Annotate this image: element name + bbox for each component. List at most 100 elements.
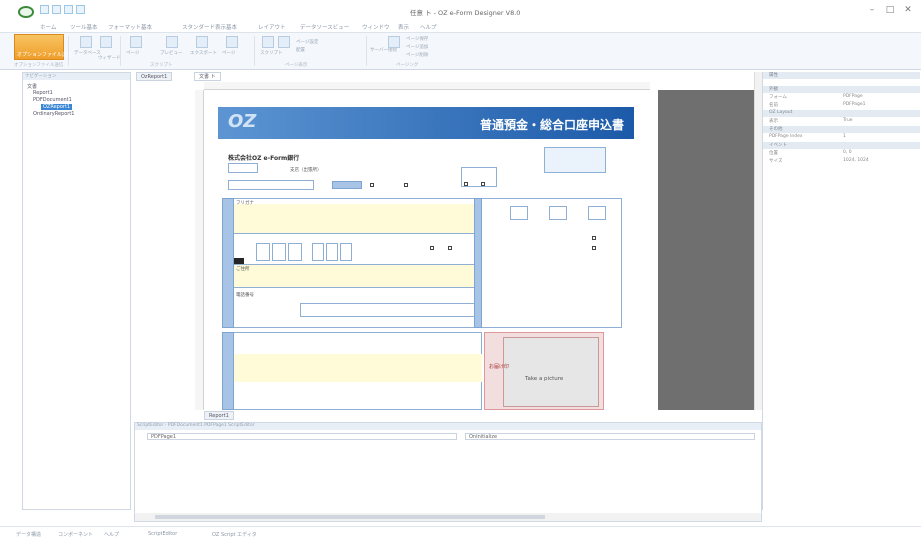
primary-action-button[interactable]: オプションファイル送信 xyxy=(14,34,72,60)
section-sidebar xyxy=(222,198,234,328)
furigana-label: フリガナ xyxy=(236,201,254,206)
account-type-checkbox[interactable] xyxy=(404,183,408,187)
birth-day-box[interactable] xyxy=(588,206,606,220)
ribbon-label-align[interactable]: 配置 xyxy=(296,47,305,53)
photo-frame[interactable] xyxy=(503,337,599,407)
tab-ozreport[interactable]: OzReport1 xyxy=(136,72,173,81)
date-box[interactable] xyxy=(544,147,606,173)
account-type-checkbox[interactable] xyxy=(370,183,374,187)
property-row[interactable]: 位置 0, 0 xyxy=(763,150,920,157)
canvas-background xyxy=(658,90,754,410)
property-category[interactable]: 外観 xyxy=(763,86,920,93)
panel-header: ナビゲーション xyxy=(23,73,130,80)
preview-icon[interactable] xyxy=(76,5,85,14)
confirm-checkbox[interactable] xyxy=(481,182,485,186)
branch-code-field[interactable] xyxy=(228,163,258,173)
menu-help[interactable]: ヘルプ xyxy=(420,23,437,31)
address-field[interactable] xyxy=(234,264,474,288)
status-tab-data[interactable]: データ構造 xyxy=(16,531,41,538)
ribbon-label-pagesetup[interactable]: ページ設定 xyxy=(296,39,318,45)
ribbon-side-save[interactable]: ページ保存 xyxy=(406,36,428,42)
postal-digit-box[interactable] xyxy=(312,243,324,261)
tab-document[interactable]: 文書 ト xyxy=(194,72,221,81)
tree-item-ozreport[interactable]: OZReport1 xyxy=(41,104,73,110)
branch-label: 支店（出張所） xyxy=(290,168,322,173)
canvas-vertical-scrollbar[interactable] xyxy=(754,72,762,410)
save-icon[interactable] xyxy=(40,5,49,14)
title-bar: 任意 ト - OZ e-Form Designer V8.0 – □ ✕ xyxy=(0,0,921,22)
menu-tool[interactable]: ツール基本 xyxy=(70,23,98,31)
app-logo-icon[interactable] xyxy=(18,6,34,18)
property-row[interactable]: 名前 PDFPage1 xyxy=(763,102,920,109)
script-icon[interactable] xyxy=(262,36,274,48)
script-text-area[interactable] xyxy=(147,443,755,511)
tree-item-report[interactable]: Report1 xyxy=(33,90,53,96)
menu-standard[interactable]: スタンダード表示基本 xyxy=(182,23,237,31)
postal-digit-box[interactable] xyxy=(272,243,286,261)
menu-view[interactable]: 表示 xyxy=(398,23,409,31)
property-row[interactable]: サイズ 1024, 1024 xyxy=(763,158,920,165)
preview-page-icon[interactable] xyxy=(166,36,178,48)
phone-number-field[interactable] xyxy=(300,303,476,317)
ribbon-side-delete[interactable]: ページ削除 xyxy=(406,52,428,58)
property-row[interactable]: フォーム PDFPage xyxy=(763,94,920,101)
status-tab-scripteditor[interactable]: ScriptEditor xyxy=(148,531,177,537)
form-header[interactable]: OZ 普通預金・総合口座申込書 xyxy=(218,107,634,139)
maximize-button[interactable]: □ xyxy=(883,4,897,16)
status-tab-components[interactable]: コンポーネント xyxy=(58,531,93,538)
menu-datasource[interactable]: データソースビュー xyxy=(300,23,349,31)
status-tab-help[interactable]: ヘルプ xyxy=(104,531,119,538)
tree-item-ordinaryreport[interactable]: OrdinaryReport1 xyxy=(33,111,74,117)
redo-icon[interactable] xyxy=(64,5,73,14)
birth-month-box[interactable] xyxy=(549,206,567,220)
app-window: 任意 ト - OZ e-Form Designer V8.0 – □ ✕ ホーム… xyxy=(0,0,921,544)
wizard-icon[interactable] xyxy=(100,36,112,48)
ribbon-group-label: オプションファイル送信 xyxy=(14,63,64,68)
tab-report[interactable]: Report1 xyxy=(204,411,234,420)
name-field[interactable] xyxy=(234,204,474,234)
object-select[interactable]: PDFPage1 xyxy=(147,433,457,440)
menu-window[interactable]: ウィンドウ xyxy=(362,23,390,31)
paging-icon[interactable] xyxy=(388,36,400,48)
property-category[interactable]: その他 xyxy=(763,126,920,133)
account-number-field[interactable] xyxy=(228,180,314,190)
status-tab-ozscript[interactable]: OZ Script エディタ xyxy=(212,531,257,538)
confirm-checkbox[interactable] xyxy=(464,182,468,186)
property-row[interactable]: PDFPage Index 1 xyxy=(763,134,920,141)
gender-checkbox[interactable] xyxy=(592,246,596,250)
script-alt-icon[interactable] xyxy=(278,36,290,48)
ribbon-group-label: ページ表示 xyxy=(285,63,308,68)
address-label: ご住所 xyxy=(236,267,250,272)
marital-checkbox[interactable] xyxy=(448,246,452,250)
menu-home[interactable]: ホーム xyxy=(40,23,56,31)
postal-digit-box[interactable] xyxy=(340,243,352,261)
scrollbar-thumb[interactable] xyxy=(155,515,545,519)
ribbon-side-add[interactable]: ページ追加 xyxy=(406,44,428,50)
tree-item-pdfdocument[interactable]: PDFDocument1 xyxy=(33,97,72,103)
marital-checkbox[interactable] xyxy=(430,246,434,250)
workplace-name-field[interactable] xyxy=(234,354,482,382)
page-icon[interactable] xyxy=(130,36,142,48)
birth-year-box[interactable] xyxy=(510,206,528,220)
close-button[interactable]: ✕ xyxy=(901,4,915,16)
undo-icon[interactable] xyxy=(52,5,61,14)
minimize-button[interactable]: – xyxy=(865,4,879,16)
page-layout-icon[interactable] xyxy=(226,36,238,48)
menu-format[interactable]: フォーマット基本 xyxy=(108,23,152,31)
property-category[interactable]: イベント xyxy=(763,142,920,149)
photo-area[interactable]: Take a picture お届け印 xyxy=(484,332,604,410)
form-title: 普通預金・総合口座申込書 xyxy=(479,118,624,132)
event-select[interactable]: OnInitialize xyxy=(465,433,755,440)
export-icon[interactable] xyxy=(196,36,208,48)
gender-checkbox[interactable] xyxy=(592,236,596,240)
postal-digit-box[interactable] xyxy=(256,243,270,261)
postal-digit-box[interactable] xyxy=(288,243,302,261)
ribbon-group-label: スクリプト xyxy=(150,63,173,68)
property-category[interactable]: OZ Layout xyxy=(763,110,920,117)
postal-digit-box[interactable] xyxy=(326,243,338,261)
tree-item-root[interactable]: 文書 xyxy=(27,83,37,90)
database-icon[interactable] xyxy=(80,36,92,48)
property-row[interactable]: 表示 True xyxy=(763,118,920,125)
ribbon-label-export: エクスポート xyxy=(190,51,217,56)
menu-layout[interactable]: レイアウト xyxy=(258,23,286,31)
